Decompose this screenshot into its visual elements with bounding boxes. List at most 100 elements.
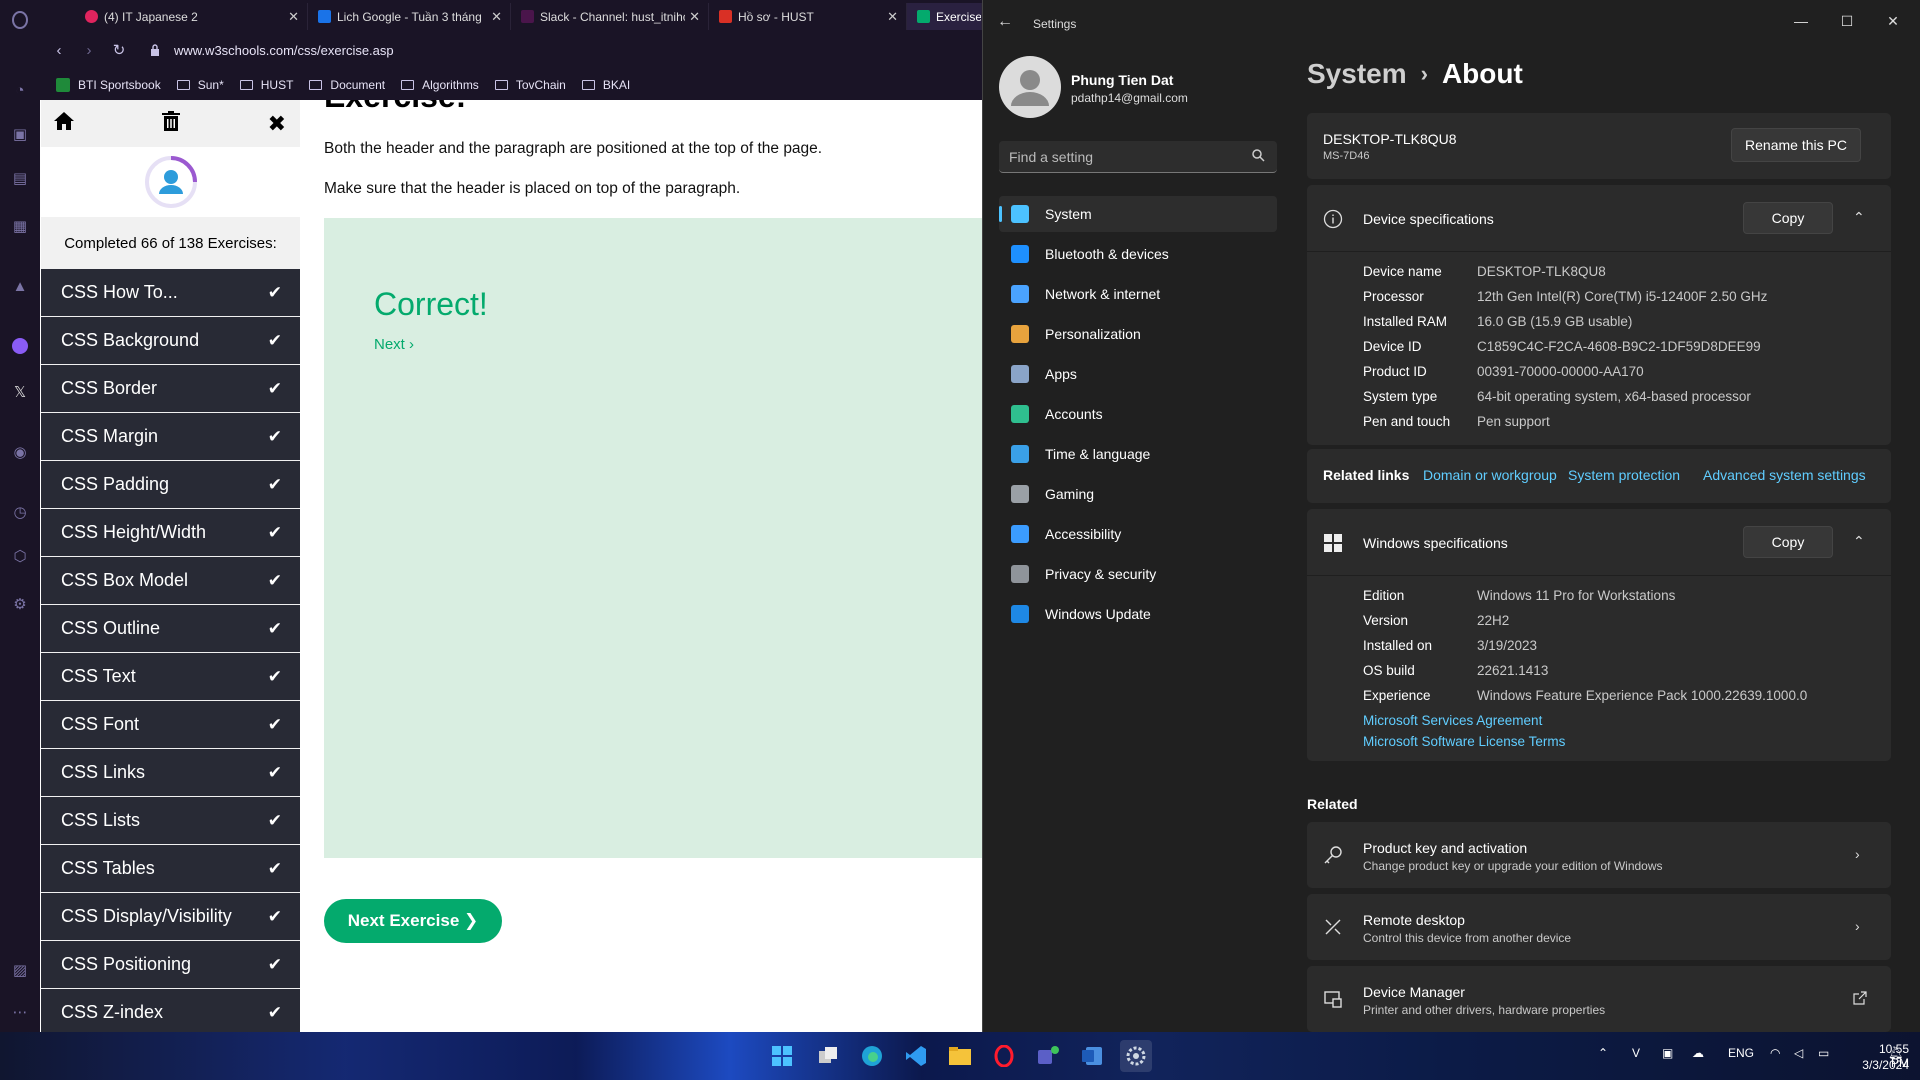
close-tab-icon[interactable]: ✕	[689, 9, 700, 25]
next-exercise-button[interactable]: Next Exercise ❯	[324, 899, 502, 943]
exercise-list-item[interactable]: CSS Tables ✔	[41, 845, 300, 893]
word-icon[interactable]	[1076, 1040, 1108, 1072]
wifi-icon[interactable]: ◠	[1770, 1046, 1780, 1060]
nav-item-time-language[interactable]: Time & language	[999, 436, 1277, 472]
close-icon[interactable]: ✖	[268, 111, 286, 137]
product-key-item[interactable]: Product key and activation Change produc…	[1307, 822, 1891, 888]
remote-desktop-item[interactable]: Remote desktop Control this device from …	[1307, 894, 1891, 960]
messenger-icon[interactable]	[8, 334, 32, 358]
exercise-list-item[interactable]: CSS Background ✔	[41, 317, 300, 365]
close-tab-icon[interactable]: ✕	[887, 9, 898, 25]
exercise-list-item[interactable]: CSS Box Model ✔	[41, 557, 300, 605]
close-tab-icon[interactable]: ✕	[288, 9, 299, 25]
exercise-list-item[interactable]: CSS Padding ✔	[41, 461, 300, 509]
services-agreement-link[interactable]: Microsoft Services Agreement	[1363, 713, 1542, 728]
battery-icon[interactable]: ▭	[1818, 1046, 1829, 1060]
system-protection-link[interactable]: System protection	[1568, 467, 1680, 483]
back-icon[interactable]: ‹	[46, 37, 72, 63]
opera-logo-icon[interactable]	[8, 8, 32, 32]
nav-item-network-internet[interactable]: Network & internet	[999, 276, 1277, 312]
nav-item-windows-update[interactable]: Windows Update	[999, 596, 1277, 632]
tab-exercise-active[interactable]: Exercise v3.0	[907, 3, 982, 30]
advanced-system-settings-link[interactable]: Advanced system settings	[1703, 467, 1866, 483]
maximize-icon[interactable]: ☐	[1824, 6, 1870, 36]
edge-browser-icon[interactable]	[856, 1040, 888, 1072]
windows-specs-header[interactable]: Windows specifications Copy ⌃	[1307, 509, 1891, 575]
more-icon[interactable]: ⋯	[8, 1000, 32, 1024]
clock-date[interactable]: 3/3/2024	[1859, 1058, 1909, 1072]
device-manager-item[interactable]: Device Manager Printer and other drivers…	[1307, 966, 1891, 1032]
nav-item-apps[interactable]: Apps	[999, 356, 1277, 392]
nav-item-bluetooth-devices[interactable]: Bluetooth & devices	[999, 236, 1277, 272]
breadcrumb-parent[interactable]: System	[1307, 58, 1407, 90]
nav-item-personalization[interactable]: Personalization	[999, 316, 1277, 352]
close-window-icon[interactable]: ✕	[1870, 6, 1916, 36]
exercise-list-item[interactable]: CSS Margin ✔	[41, 413, 300, 461]
teams-icon[interactable]	[1032, 1040, 1064, 1072]
volume-icon[interactable]: ◁	[1794, 1046, 1803, 1060]
tab-hust[interactable]: Hồ sơ - HUST ✕	[709, 3, 907, 30]
exercise-list-item[interactable]: CSS Links ✔	[41, 749, 300, 797]
nav-item-accounts[interactable]: Accounts	[999, 396, 1277, 432]
copy-device-specs-button[interactable]: Copy	[1743, 202, 1833, 234]
speed-dial-icon[interactable]: ◔	[8, 78, 32, 102]
history-icon[interactable]: ◷	[8, 500, 32, 524]
chevron-up-icon[interactable]: ⌃	[1853, 209, 1865, 226]
app-tray-icon[interactable]: ▣	[1662, 1046, 1673, 1060]
x-twitter-icon[interactable]: 𝕏	[8, 380, 32, 404]
rename-pc-button[interactable]: Rename this PC	[1731, 128, 1861, 162]
exercise-list-item[interactable]: CSS Display/Visibility ✔	[41, 893, 300, 941]
back-arrow-icon[interactable]: ←	[997, 13, 1013, 31]
chevron-up-icon[interactable]: ⌃	[1853, 533, 1865, 550]
chevron-up-icon[interactable]: ⌃	[1598, 1046, 1608, 1060]
exercise-list-item[interactable]: CSS Lists ✔	[41, 797, 300, 845]
domain-workgroup-link[interactable]: Domain or workgroup	[1423, 467, 1557, 483]
gallery-icon[interactable]: ▨	[8, 958, 32, 982]
trash-icon[interactable]	[162, 110, 181, 137]
nav-item-system[interactable]: System	[999, 196, 1277, 232]
input-language[interactable]: ENG	[1728, 1046, 1754, 1060]
url-field[interactable]: www.w3schools.com/css/exercise.asp	[150, 43, 394, 58]
forward-icon[interactable]: ›	[76, 37, 102, 63]
exercise-list-item[interactable]: CSS How To... ✔	[41, 269, 300, 317]
file-explorer-icon[interactable]	[944, 1040, 976, 1072]
settings-app-icon[interactable]	[1120, 1040, 1152, 1072]
onedrive-icon[interactable]: ☁	[1692, 1046, 1704, 1060]
notification-icon[interactable]: 🔔︎	[1888, 1046, 1903, 1060]
exercise-list-item[interactable]: CSS Text ✔	[41, 653, 300, 701]
start-windows-icon[interactable]	[766, 1040, 798, 1072]
exercise-list-item[interactable]: CSS Positioning ✔	[41, 941, 300, 989]
aria-icon[interactable]: ▲	[8, 274, 32, 298]
nav-item-gaming[interactable]: Gaming	[999, 476, 1277, 512]
nav-item-privacy-security[interactable]: Privacy & security	[999, 556, 1277, 592]
tab-slack[interactable]: Slack - Channel: hust_itnihc ✕	[511, 3, 709, 30]
reload-icon[interactable]: ↻	[106, 37, 132, 63]
bookmark-folder[interactable]: Document	[309, 78, 385, 92]
copy-windows-specs-button[interactable]: Copy	[1743, 526, 1833, 558]
nav-item-accessibility[interactable]: Accessibility	[999, 516, 1277, 552]
device-specs-header[interactable]: Device specifications Copy ⌃	[1307, 185, 1891, 251]
bookmark-folder[interactable]: BKAI	[581, 78, 630, 92]
tab-it-japanese[interactable]: (4) IT Japanese 2 ✕	[75, 3, 308, 30]
vscode-icon[interactable]	[900, 1040, 932, 1072]
bookmark-folder[interactable]: HUST	[239, 78, 293, 92]
exercise-list-item[interactable]: CSS Height/Width ✔	[41, 509, 300, 557]
bookmark-folder[interactable]: Algorithms	[401, 78, 479, 92]
vim-tray-icon[interactable]: V	[1632, 1046, 1640, 1060]
task-view-icon[interactable]	[812, 1040, 844, 1072]
home-icon[interactable]	[53, 111, 75, 137]
exercise-list-item[interactable]: CSS Z-index ✔	[41, 989, 300, 1032]
exercise-list-item[interactable]: CSS Border ✔	[41, 365, 300, 413]
exercise-list-item[interactable]: CSS Outline ✔	[41, 605, 300, 653]
license-terms-link[interactable]: Microsoft Software License Terms	[1363, 734, 1565, 749]
profile-avatar[interactable]	[999, 56, 1061, 118]
tab-google-calendar[interactable]: Lich Google - Tuần 3 tháng ✕	[308, 3, 511, 30]
bookmark-folder[interactable]: Sun*	[176, 78, 224, 92]
bookmark-item[interactable]: BTI Sportsbook	[56, 78, 161, 92]
exercise-list-item[interactable]: CSS Font ✔	[41, 701, 300, 749]
minimize-icon[interactable]: —	[1778, 6, 1824, 36]
twitch-icon[interactable]: ▤	[8, 166, 32, 190]
settings-gear-icon[interactable]: ⚙	[8, 592, 32, 616]
opera-browser-icon[interactable]	[988, 1040, 1020, 1072]
workspaces-icon[interactable]: ▣	[8, 122, 32, 146]
